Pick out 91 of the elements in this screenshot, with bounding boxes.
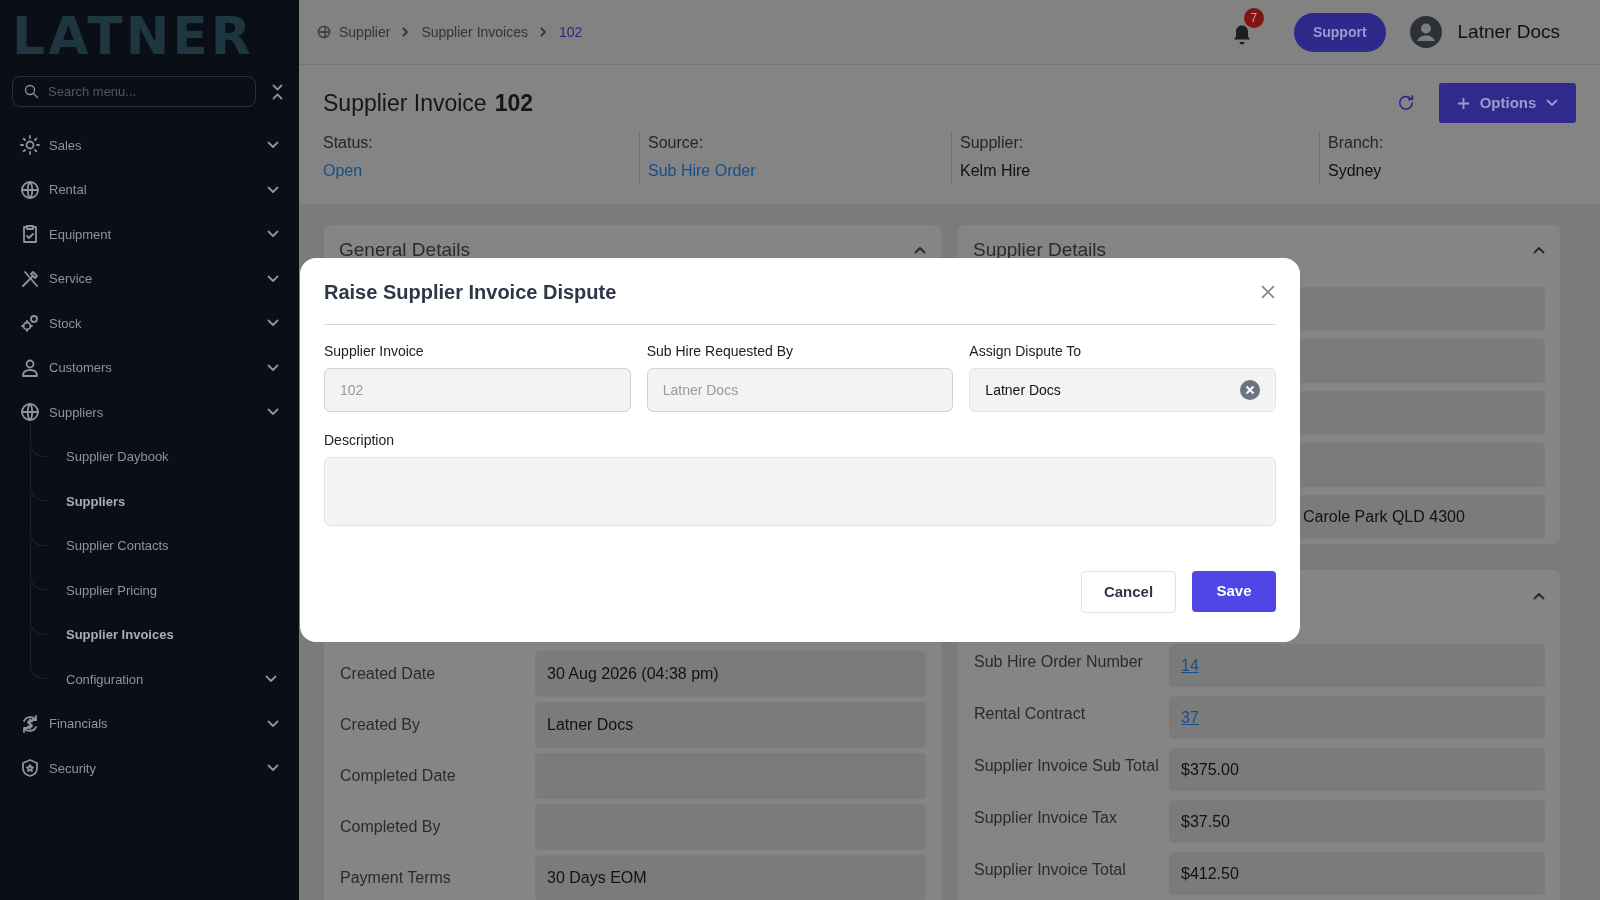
field-value: $412.50: [1181, 863, 1239, 884]
chevron-up-icon: [1533, 246, 1545, 254]
card-title: Supplier Details: [973, 237, 1108, 262]
menu-item[interactable]: Service: [0, 256, 299, 301]
summary-value: Kelm Hire: [960, 161, 1032, 181]
summary-label: Branch:: [1328, 133, 1385, 153]
menu-item[interactable]: Suppliers: [0, 390, 299, 435]
field-label: Completed Date: [339, 766, 457, 786]
clipboard-check-icon: [20, 224, 40, 245]
clear-icon[interactable]: [1240, 380, 1260, 400]
field-label: Sub Hire Order Number: [973, 652, 1144, 672]
globe-icon: [317, 25, 331, 39]
shield-star-icon: [20, 758, 40, 779]
field-label: Created Date: [339, 664, 437, 684]
chevron-down-icon: [267, 719, 279, 728]
menu-item[interactable]: Rental: [0, 167, 299, 212]
field-value: 30 Days EOM: [535, 855, 926, 900]
description-field[interactable]: [324, 457, 1276, 526]
chevron-down-icon: [267, 274, 279, 283]
chevron-right-icon: [402, 27, 410, 37]
tools-icon: [20, 268, 40, 289]
summary-label: Supplier:: [960, 133, 1025, 153]
field-value: 30 Aug 2026 (04:38 pm): [535, 651, 926, 697]
field-value: Latner Docs: [535, 702, 926, 748]
notification-badge: 7: [1243, 8, 1264, 28]
breadcrumb-link[interactable]: Supplier: [339, 21, 391, 43]
gears-icon: [20, 313, 40, 334]
chevron-down-icon: [267, 319, 279, 328]
bell-icon[interactable]: [1231, 24, 1252, 46]
chevron-down-icon: [267, 408, 279, 417]
chevron-down-icon: [267, 764, 279, 773]
submenu-item[interactable]: Supplier Contacts: [30, 523, 299, 568]
menu-item[interactable]: Security: [0, 746, 299, 791]
search-icon: [24, 84, 39, 99]
field-label: Created By: [339, 715, 422, 735]
field-label: Description: [324, 431, 396, 450]
menu-item[interactable]: Equipment: [0, 212, 299, 257]
field-label: Rental Contract: [973, 704, 1087, 724]
invoice-number: 102: [494, 88, 534, 118]
globe-icon: [20, 402, 40, 423]
summary-value: Sydney: [1328, 161, 1383, 181]
breadcrumb-link[interactable]: Supplier Invoices: [421, 21, 528, 43]
select-field[interactable]: Latner Docs: [969, 368, 1276, 412]
chevron-down-icon: [267, 230, 279, 239]
avatar-icon[interactable]: [1409, 16, 1442, 48]
field-value: $37.50: [1181, 811, 1230, 832]
search-field[interactable]: Search menu...: [12, 76, 256, 107]
chevron-up-icon: [1533, 592, 1545, 600]
refresh-icon[interactable]: [1397, 94, 1415, 112]
person-icon: [20, 357, 40, 378]
dollar-cycle-icon: [20, 713, 40, 734]
menu-item[interactable]: Stock: [0, 301, 299, 346]
field-label: Assign Dispute To: [969, 342, 1083, 361]
plus-icon: [1456, 96, 1470, 110]
field-label: Supplier Invoice Total: [973, 860, 1127, 880]
card-title: General Details: [339, 237, 471, 262]
close-icon[interactable]: [1260, 284, 1276, 300]
dialog-title: Raise Supplier Invoice Dispute: [324, 280, 618, 305]
chevron-down-icon: [265, 675, 277, 684]
submenu-item[interactable]: Suppliers: [30, 479, 299, 524]
field-label: Sub Hire Requested By: [646, 342, 794, 361]
options-button[interactable]: Options: [1439, 83, 1576, 123]
globe-icon: [20, 179, 40, 200]
submenu-item[interactable]: Supplier Invoices: [30, 612, 299, 657]
summary-label: Source:: [648, 133, 705, 153]
menu-item[interactable]: Sales: [0, 123, 299, 168]
chevron-down-icon: [1546, 99, 1559, 107]
submenu-item[interactable]: Configuration: [30, 657, 299, 702]
user-name[interactable]: Latner Docs: [1457, 17, 1560, 47]
menu-item[interactable]: Customers: [0, 345, 299, 390]
support-button[interactable]: Support: [1293, 12, 1386, 52]
field-label: Supplier Invoice: [324, 342, 425, 361]
sun-icon: [20, 135, 40, 156]
save-button[interactable]: Save: [1192, 571, 1276, 612]
cancel-button[interactable]: Cancel: [1081, 571, 1176, 613]
field-label: Completed By: [339, 817, 442, 837]
menu-item[interactable]: Financials: [0, 701, 299, 746]
submenu-item[interactable]: Supplier Daybook: [30, 434, 299, 479]
chevron-down-icon: [267, 141, 279, 150]
collapse-icon[interactable]: [272, 83, 283, 100]
submenu-item[interactable]: Supplier Pricing: [30, 568, 299, 613]
field-value: $375.00: [1181, 759, 1239, 780]
field-label: Supplier Invoice Sub Total: [973, 756, 1160, 776]
chevron-down-icon: [267, 185, 279, 194]
chevron-down-icon: [267, 363, 279, 372]
chevron-right-icon: [540, 27, 547, 37]
field-label: Payment Terms: [339, 868, 452, 888]
summary-label: Status:: [323, 133, 374, 153]
field-label: Supplier Invoice Tax: [973, 808, 1118, 828]
chevron-up-icon: [914, 246, 926, 254]
page-title: Supplier Invoice: [323, 88, 487, 118]
